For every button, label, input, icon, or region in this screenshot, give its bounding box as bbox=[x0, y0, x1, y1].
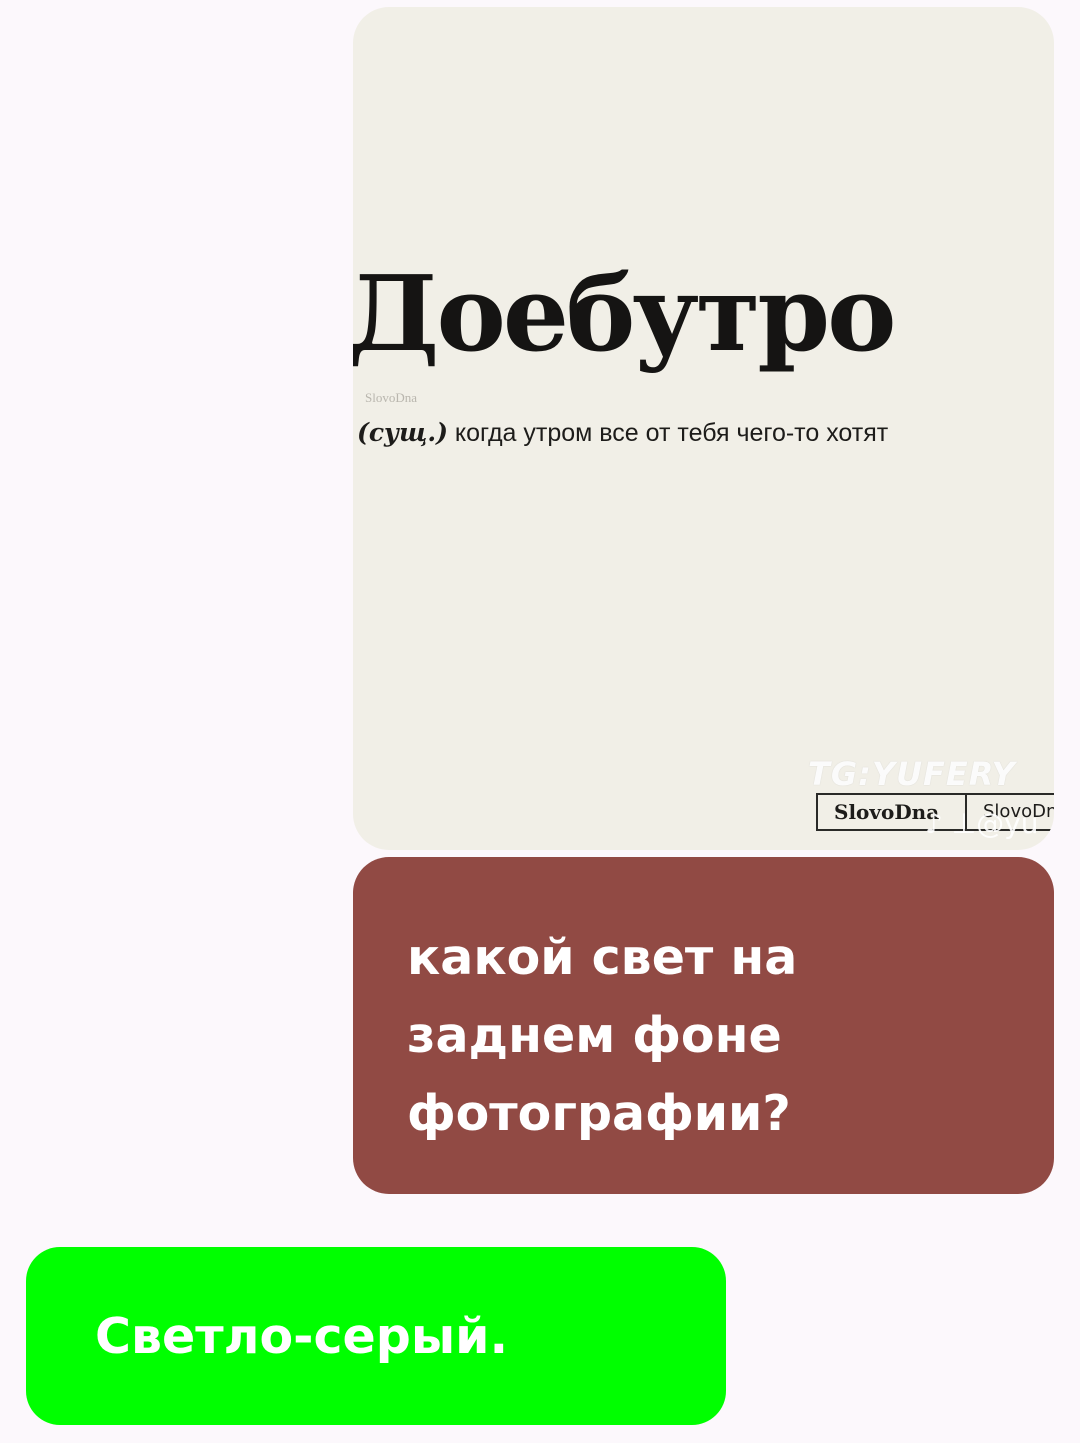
image-definition: (сущ.) когда утром все от тебя чего-то х… bbox=[357, 418, 888, 448]
question-message-bubble[interactable]: какой свет на заднем фоне фотографии? bbox=[353, 857, 1054, 1194]
image-part-of-speech: (сущ.) bbox=[357, 418, 448, 447]
answer-message-text: Светло-серый. bbox=[95, 1307, 509, 1365]
image-watermark: TG:YUFERY bbox=[808, 755, 1016, 793]
image-message[interactable]: Доебутро SlovoDna (сущ.) когда утром все… bbox=[353, 7, 1054, 850]
tiktok-watermark-icon: ♪ ⊥@yu bbox=[925, 807, 1039, 840]
image-small-brand: SlovoDna bbox=[365, 390, 417, 405]
image-definition-text: когда утром все от тебя чего-то хотят bbox=[447, 419, 889, 447]
answer-message-bubble[interactable]: Светло-серый. bbox=[26, 1247, 726, 1425]
question-message-text: какой свет на заднем фоне фотографии? bbox=[407, 929, 798, 1142]
image-title-word: Доебутро bbox=[353, 252, 896, 375]
